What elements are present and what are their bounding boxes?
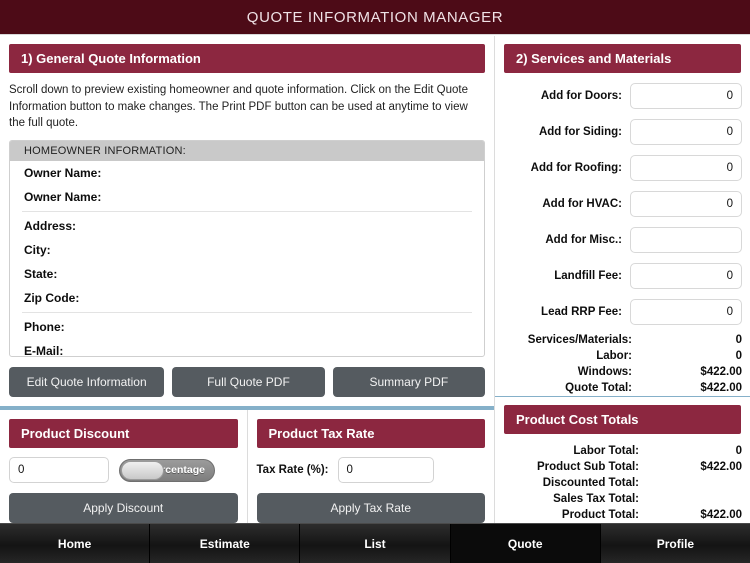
total-value: 0: [735, 334, 742, 346]
total-label: Labor:: [596, 350, 632, 362]
apply-tax-rate-button[interactable]: Apply Tax Rate: [256, 493, 485, 523]
title-bar: QUOTE INFORMATION MANAGER: [0, 0, 750, 35]
total-label: Services/Materials:: [527, 334, 632, 346]
general-instructions: Scroll down to preview existing homeowne…: [9, 84, 468, 130]
total-label: Windows:: [577, 366, 632, 378]
cost-label: Labor Total:: [573, 445, 639, 457]
field-label: Phone:: [24, 320, 65, 335]
service-input-row: Add for Doors: 0: [503, 78, 742, 114]
field-label: State:: [24, 267, 58, 282]
total-label: Quote Total:: [565, 382, 632, 394]
cost-label: Discounted Total:: [542, 477, 639, 489]
total-row: Labor: 0: [503, 348, 742, 364]
add-for-doors-input[interactable]: 0: [630, 83, 742, 109]
right-column: 2) Services and Materials Add for Doors:…: [495, 36, 750, 523]
cost-label: Product Sub Total:: [536, 461, 639, 473]
cost-totals-rows: Labor Total: 0 Product Sub Total: $422.0…: [495, 434, 750, 523]
service-label: Landfill Fee:: [554, 270, 622, 282]
tab-profile[interactable]: Profile: [600, 524, 750, 563]
product-discount-panel: Product Discount 0 Percentage Apply Disc…: [0, 410, 247, 523]
full-quote-pdf-button[interactable]: Full Quote PDF: [172, 367, 325, 398]
cost-value: $422.00: [700, 461, 742, 473]
product-discount-header: Product Discount: [9, 419, 238, 448]
discount-controls: 0 Percentage: [9, 448, 238, 483]
main-body: 1) General Quote Information Scroll down…: [0, 36, 750, 523]
bottom-tab-bar: Home Estimate List Quote Profile: [0, 523, 750, 563]
divider: [22, 211, 472, 213]
field-label: City:: [24, 243, 51, 258]
apply-discount-button[interactable]: Apply Discount: [9, 493, 238, 523]
field-label: Zip Code:: [24, 291, 80, 306]
service-label: Add for Roofing:: [530, 162, 622, 174]
add-for-hvac-input[interactable]: 0: [630, 191, 742, 217]
tax-controls: Tax Rate (%): 0: [257, 448, 486, 483]
service-label: Lead RRP Fee:: [541, 306, 622, 318]
quote-actions: Edit Quote Information Full Quote PDF Su…: [0, 357, 494, 406]
cost-value: 0: [735, 445, 742, 457]
product-cost-totals-header: Product Cost Totals: [504, 405, 741, 434]
cost-row: Product Sub Total: $422.00: [503, 459, 742, 475]
services-section-header: 2) Services and Materials: [504, 44, 741, 73]
tab-list[interactable]: List: [300, 524, 451, 563]
service-input-row: Add for Misc.:: [503, 222, 742, 258]
product-tax-rate-header: Product Tax Rate: [256, 419, 485, 448]
field-label: Owner Name:: [24, 190, 102, 205]
lower-panels: Product Discount 0 Percentage Apply Disc…: [0, 410, 494, 523]
total-value: 0: [735, 350, 742, 362]
service-label: Add for Doors:: [540, 90, 622, 102]
cost-label: Product Total:: [561, 509, 639, 521]
field-label: Owner Name:: [24, 166, 102, 181]
divider: [22, 312, 472, 314]
left-column: 1) General Quote Information Scroll down…: [0, 36, 495, 523]
cost-row: Product Total: $422.00: [503, 507, 742, 523]
cost-row: Discounted Total:: [503, 475, 742, 491]
service-input-row: Add for Siding: 0: [503, 114, 742, 150]
homeowner-group-header: HOMEOWNER INFORMATION:: [10, 141, 484, 162]
cost-value: $422.00: [700, 509, 742, 521]
cost-row: Labor Total: 0: [503, 443, 742, 459]
summary-pdf-button[interactable]: Summary PDF: [332, 367, 486, 398]
services-section: 2) Services and Materials: [495, 36, 750, 73]
general-section: 1) General Quote Information: [0, 36, 494, 73]
discount-type-toggle[interactable]: Percentage: [119, 458, 215, 482]
lead-rrp-fee-input[interactable]: 0: [630, 299, 742, 325]
product-tax-rate-panel: Product Tax Rate Tax Rate (%): 0 Apply T…: [246, 410, 495, 523]
tax-rate-label: Tax Rate (%):: [256, 464, 329, 476]
tab-quote[interactable]: Quote: [450, 524, 601, 563]
service-label: Add for Siding:: [538, 126, 622, 138]
service-label: Add for Misc.:: [545, 234, 622, 246]
total-row: Windows: $422.00: [503, 364, 742, 380]
services-totals: Services/Materials: 0 Labor: 0 Windows: …: [495, 330, 750, 396]
total-value: $422.00: [700, 366, 742, 378]
field-label: E-Mail:: [24, 344, 64, 358]
total-row: Quote Total: $422.00: [503, 380, 742, 396]
add-for-misc-input[interactable]: [630, 227, 742, 253]
cost-totals-section: Product Cost Totals: [495, 397, 750, 434]
edit-quote-information-button[interactable]: Edit Quote Information: [9, 367, 165, 398]
total-row: Services/Materials: 0: [503, 332, 742, 348]
tax-rate-input[interactable]: 0: [337, 457, 434, 483]
general-section-header: 1) General Quote Information: [9, 44, 485, 73]
quote-preview-scroll[interactable]: HOMEOWNER INFORMATION: Owner Name: Owner…: [9, 140, 485, 358]
service-input-row: Add for Roofing: 0: [503, 150, 742, 186]
add-for-siding-input[interactable]: 0: [630, 119, 742, 145]
cost-label: Sales Tax Total:: [553, 493, 639, 505]
toggle-knob: [121, 460, 164, 480]
tab-estimate[interactable]: Estimate: [150, 524, 301, 563]
discount-input[interactable]: 0: [9, 457, 109, 483]
tab-home[interactable]: Home: [0, 524, 151, 563]
app-root: QUOTE INFORMATION MANAGER 1) General Quo…: [0, 0, 750, 563]
total-value: $422.00: [700, 382, 742, 394]
field-label: Address:: [24, 219, 77, 234]
add-for-roofing-input[interactable]: 0: [630, 155, 742, 181]
landfill-fee-input[interactable]: 0: [630, 263, 742, 289]
cost-row: Sales Tax Total:: [503, 491, 742, 507]
page-title: QUOTE INFORMATION MANAGER: [246, 8, 504, 26]
service-input-row: Add for HVAC: 0: [503, 186, 742, 222]
service-label: Add for HVAC:: [542, 198, 622, 210]
service-input-row: Landfill Fee: 0: [503, 258, 742, 294]
services-inputs: Add for Doors: 0 Add for Siding: 0 Add f…: [495, 73, 750, 330]
service-input-row: Lead RRP Fee: 0: [503, 294, 742, 330]
